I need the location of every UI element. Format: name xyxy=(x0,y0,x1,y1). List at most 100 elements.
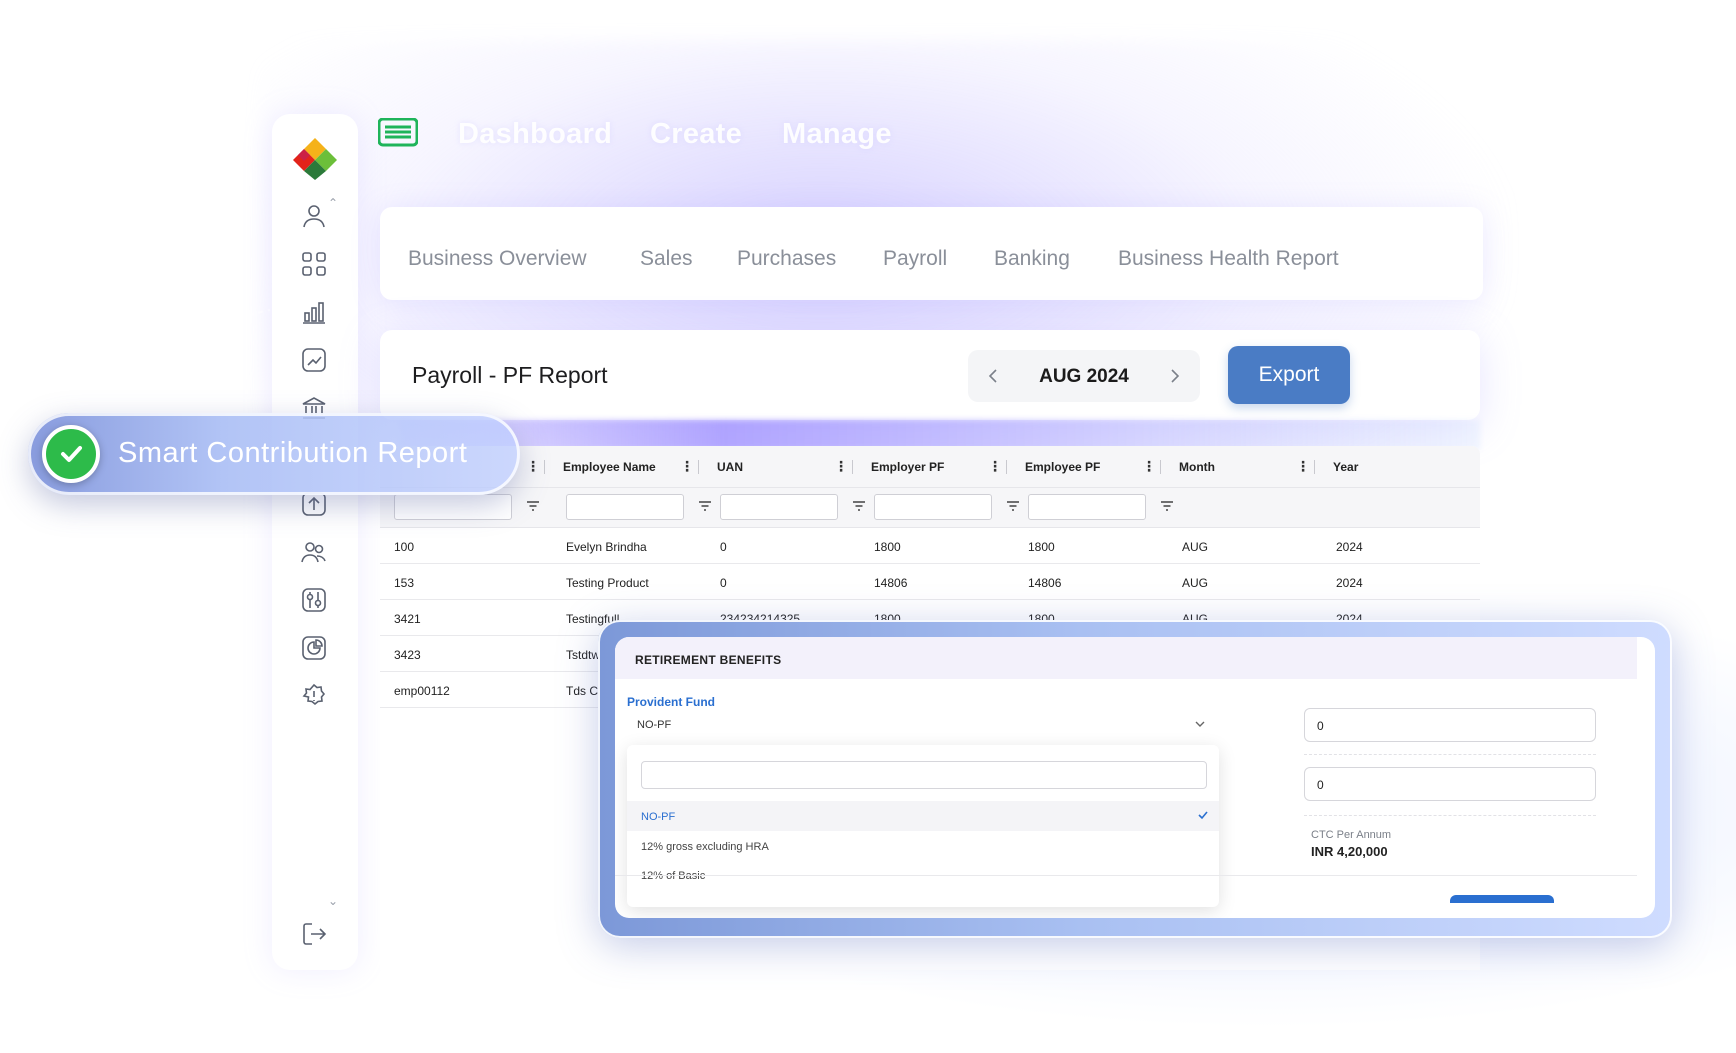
column-menu-icon[interactable]: ⋮ xyxy=(988,458,1002,475)
provident-fund-dropdown: NO-PF 12% gross excluding HRA 12% of Bas… xyxy=(627,745,1219,907)
column-header-month[interactable]: Month xyxy=(1179,460,1215,474)
tab-banking[interactable]: Banking xyxy=(994,247,1070,271)
cell-uan: 0 xyxy=(720,540,727,554)
column-header-employer-pf[interactable]: Employer PF xyxy=(871,460,944,474)
filter-icon[interactable] xyxy=(526,499,540,513)
ctc-label: CTC Per Annum xyxy=(1311,829,1392,841)
dropdown-search-input[interactable] xyxy=(641,761,1207,789)
analytics-icon[interactable] xyxy=(300,346,328,374)
table-row[interactable]: 153 Testing Product 0 14806 14806 AUG 20… xyxy=(380,564,1480,600)
contribution-input-value: 0 xyxy=(1317,778,1324,792)
column-menu-icon[interactable]: ⋮ xyxy=(1296,458,1310,475)
cell-year: 2024 xyxy=(1336,540,1363,554)
provident-fund-label: Provident Fund xyxy=(627,695,715,709)
column-header-employee-pf[interactable]: Employee PF xyxy=(1025,460,1100,474)
feature-badge-label: Smart Contribution Report xyxy=(118,437,468,469)
bar-chart-icon[interactable] xyxy=(300,298,328,326)
column-header-year[interactable]: Year xyxy=(1333,460,1358,474)
checkmark-icon xyxy=(42,425,100,483)
check-icon xyxy=(1198,811,1208,820)
provident-fund-select[interactable]: NO-PF xyxy=(637,719,671,731)
dropdown-option[interactable]: 12% gross excluding HRA xyxy=(627,831,1219,861)
column-menu-icon[interactable]: ⋮ xyxy=(834,458,848,475)
cell-employee-name: Tstdtw xyxy=(566,648,601,662)
app-logo-icon[interactable] xyxy=(288,136,342,180)
filter-icon[interactable] xyxy=(698,499,712,513)
cell-month: AUG xyxy=(1182,540,1209,554)
cell-employee-pf: 1800 xyxy=(1028,540,1055,554)
logout-icon[interactable] xyxy=(300,920,328,948)
panel-title: RETIREMENT BENEFITS xyxy=(635,653,782,667)
report-tabs: Business Overview Sales Purchases Payrol… xyxy=(380,207,1483,300)
alert-icon[interactable] xyxy=(300,682,328,710)
column-divider xyxy=(1160,460,1161,474)
column-menu-icon[interactable]: ⋮ xyxy=(680,458,694,475)
report-header: Payroll - PF Report AUG 2024 Export xyxy=(380,330,1480,420)
save-button[interactable] xyxy=(1450,895,1554,903)
nav-create[interactable]: Create xyxy=(650,118,742,151)
page-title: Payroll - PF Report xyxy=(412,362,608,388)
filter-input-id[interactable] xyxy=(394,494,512,520)
dropdown-option-label: 12% of Basic xyxy=(641,870,706,882)
chevron-down-icon[interactable]: ⌄ xyxy=(328,894,342,908)
cell-employee-pf: 14806 xyxy=(1028,576,1062,590)
settings-sliders-icon[interactable] xyxy=(300,586,328,614)
column-divider xyxy=(852,460,853,474)
contribution-input[interactable]: 0 xyxy=(1304,767,1596,801)
tab-sales[interactable]: Sales xyxy=(640,247,693,271)
dropdown-option[interactable]: NO-PF xyxy=(627,801,1219,831)
column-divider xyxy=(1006,460,1007,474)
filter-icon[interactable] xyxy=(1160,499,1174,513)
nav-dashboard[interactable]: Dashboard xyxy=(458,118,612,151)
chevron-right-icon[interactable] xyxy=(1164,366,1184,386)
tab-payroll[interactable]: Payroll xyxy=(883,247,947,271)
filter-icon[interactable] xyxy=(852,499,866,513)
dropdown-option-label: NO-PF xyxy=(641,811,676,823)
cell-id: 3421 xyxy=(394,612,421,626)
team-icon[interactable] xyxy=(300,538,328,566)
table-row[interactable]: 100 Evelyn Brindha 0 1800 1800 AUG 2024 xyxy=(380,528,1480,564)
retirement-benefits-panel: RETIREMENT BENEFITS Provident Fund NO-PF… xyxy=(615,637,1655,918)
menu-icon[interactable] xyxy=(378,118,418,148)
cell-id: 153 xyxy=(394,576,415,590)
user-icon[interactable] xyxy=(300,202,328,230)
divider xyxy=(615,875,1637,876)
nav-manage[interactable]: Manage xyxy=(782,118,892,151)
table-header: ⋮ Employee Name ⋮ UAN ⋮ Employer PF ⋮ Em… xyxy=(380,446,1480,488)
column-menu-icon[interactable]: ⋮ xyxy=(1142,458,1156,475)
chevron-down-icon[interactable] xyxy=(1193,717,1207,731)
dropdown-option-label: 12% gross excluding HRA xyxy=(641,841,769,853)
grid-icon[interactable] xyxy=(300,250,328,278)
cell-id: 3423 xyxy=(394,648,421,662)
tab-purchases[interactable]: Purchases xyxy=(737,247,836,271)
divider xyxy=(1304,754,1596,755)
contribution-input-value: 0 xyxy=(1317,719,1324,733)
cell-id: 100 xyxy=(394,540,415,554)
feature-badge: Smart Contribution Report xyxy=(28,413,520,495)
cell-year: 2024 xyxy=(1336,576,1363,590)
column-header-employee-name[interactable]: Employee Name xyxy=(563,460,656,474)
tab-business-health-report[interactable]: Business Health Report xyxy=(1118,247,1339,271)
divider xyxy=(1304,815,1596,816)
filter-input-employer-pf[interactable] xyxy=(874,494,992,520)
filter-input-employee-name[interactable] xyxy=(566,494,684,520)
column-divider xyxy=(698,460,699,474)
column-menu-icon[interactable]: ⋮ xyxy=(526,458,540,475)
column-divider xyxy=(544,460,545,474)
panel-header: RETIREMENT BENEFITS xyxy=(615,637,1637,679)
column-header-uan[interactable]: UAN xyxy=(717,460,743,474)
filter-input-uan[interactable] xyxy=(720,494,838,520)
pie-chart-icon[interactable] xyxy=(300,634,328,662)
filter-icon[interactable] xyxy=(1006,499,1020,513)
export-button[interactable]: Export xyxy=(1228,346,1350,404)
column-divider xyxy=(1314,460,1315,474)
ctc-value: INR 4,20,000 xyxy=(1311,844,1388,859)
cell-employer-pf: 14806 xyxy=(874,576,908,590)
filter-input-employee-pf[interactable] xyxy=(1028,494,1146,520)
sidebar: ⌃ ⌄ xyxy=(272,114,358,970)
contribution-input[interactable]: 0 xyxy=(1304,708,1596,742)
chevron-up-icon[interactable]: ⌃ xyxy=(328,196,342,210)
tab-business-overview[interactable]: Business Overview xyxy=(408,247,587,271)
month-picker: AUG 2024 xyxy=(968,350,1200,402)
cell-uan: 0 xyxy=(720,576,727,590)
